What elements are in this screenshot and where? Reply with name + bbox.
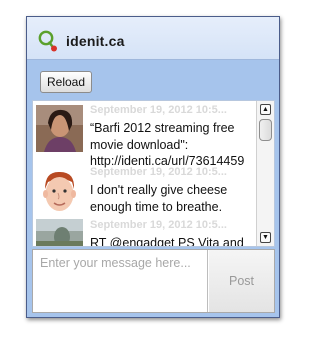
scroll-down-icon[interactable]: ▼ xyxy=(260,232,271,243)
avatar xyxy=(36,219,83,246)
scroll-thumb[interactable] xyxy=(259,119,272,141)
feed-item: September 19, 2012 10:5... RT @engadget … xyxy=(33,219,255,247)
message-feed[interactable]: September 19, 2012 10:5... “Barfi 2012 s… xyxy=(32,100,275,247)
scroll-up-icon[interactable]: ▲ xyxy=(260,104,271,115)
feed-item: September 19, 2012 10:5... “Barfi 2012 s… xyxy=(33,101,255,168)
avatar xyxy=(36,169,83,216)
feed-scrollbar[interactable]: ▲ ▼ xyxy=(256,101,274,246)
header-bar: idenit.ca xyxy=(27,17,279,60)
app-window: idenit.ca Reload September 19, 2012 10:5… xyxy=(26,16,280,318)
reload-button[interactable]: Reload xyxy=(40,71,92,93)
app-title: idenit.ca xyxy=(66,33,125,49)
timestamp: September 19, 2012 10:5... xyxy=(90,166,227,178)
post-button[interactable]: Post xyxy=(209,250,274,312)
avatar xyxy=(36,105,83,152)
timestamp: September 19, 2012 10:5... xyxy=(90,104,227,116)
message-text: RT @engadget PS Vita and xyxy=(90,236,244,247)
feed-item: September 19, 2012 10:5... I don't reall… xyxy=(33,166,255,221)
message-text: “Barfi 2012 streaming free movie downloa… xyxy=(90,121,245,168)
message-input[interactable] xyxy=(33,250,208,312)
speech-bubble-logo-icon xyxy=(38,30,57,52)
message-text: I don't really give cheese enough time t… xyxy=(90,183,228,214)
timestamp: September 19, 2012 10:5... xyxy=(90,219,227,231)
composer: Post xyxy=(32,249,275,313)
